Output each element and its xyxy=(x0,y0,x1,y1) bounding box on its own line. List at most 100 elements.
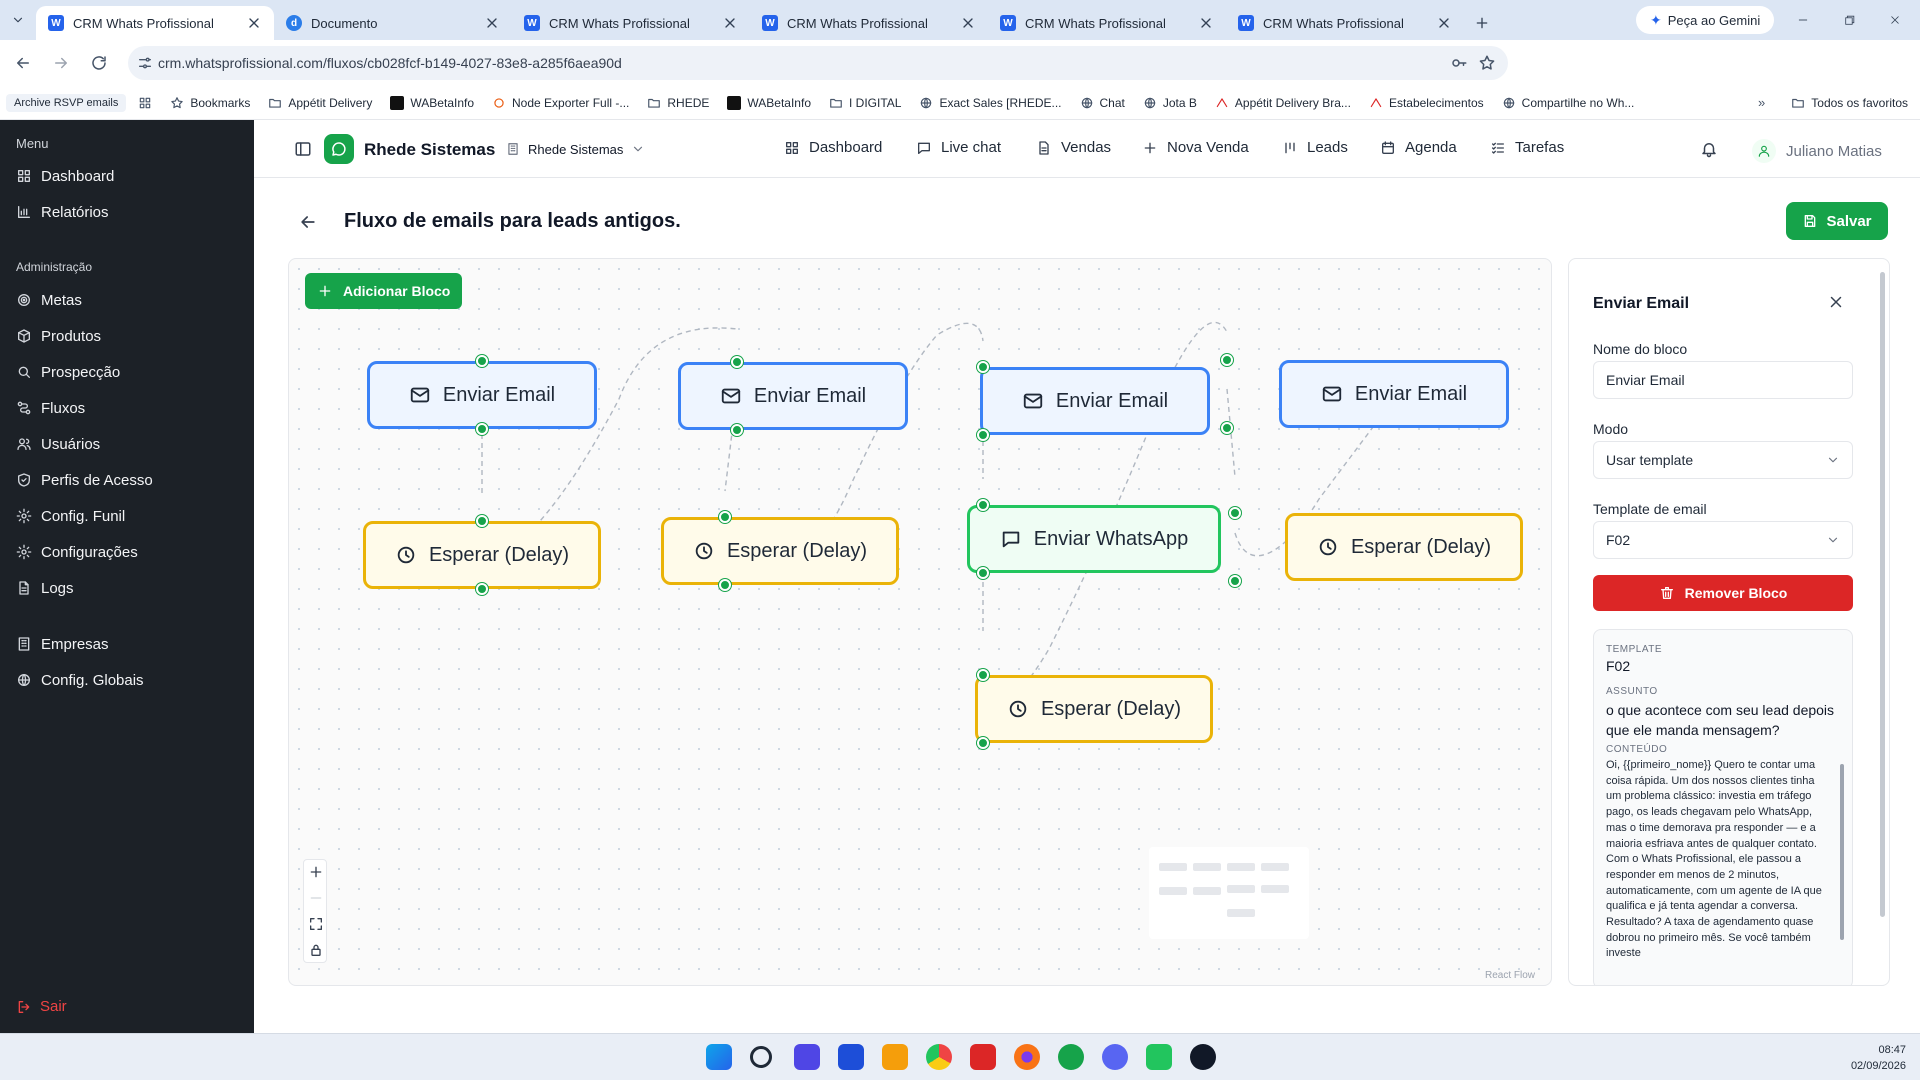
node-handle[interactable] xyxy=(1221,422,1233,434)
windows-start-icon[interactable] xyxy=(706,1044,732,1070)
node-handle[interactable] xyxy=(476,355,488,367)
sidebar-toggle-icon[interactable] xyxy=(294,140,312,158)
flow-node-delay[interactable]: Esperar (Delay) xyxy=(975,675,1213,743)
sidebar-item-config-globais[interactable]: Config. Globais xyxy=(16,664,144,696)
nav-nova-venda[interactable]: Nova Venda xyxy=(1142,139,1249,156)
node-handle[interactable] xyxy=(977,567,989,579)
flow-node-delay[interactable]: Esperar (Delay) xyxy=(661,517,899,585)
zoom-in-icon[interactable] xyxy=(308,864,324,880)
sidebar-item-usuarios[interactable]: Usuários xyxy=(16,428,100,460)
bookmark-item[interactable]: Appétit Delivery xyxy=(268,96,372,110)
bookmark-item[interactable]: Chat xyxy=(1080,96,1125,110)
bookmark-item[interactable]: WABetaInfo xyxy=(727,95,811,110)
zoom-out-icon[interactable] xyxy=(308,890,324,906)
sidebar-item-relatorios[interactable]: Relatórios xyxy=(16,196,109,228)
node-handle[interactable] xyxy=(719,579,731,591)
flow-node-send-email[interactable]: Enviar Email xyxy=(367,361,597,429)
url-field[interactable]: crm.whatsprofissional.com/fluxos/cb028fc… xyxy=(128,46,1508,80)
flow-node-delay[interactable]: Esperar (Delay) xyxy=(1285,513,1523,581)
flow-canvas[interactable]: Adicionar Bloco Enviar Email Enviar Emai… xyxy=(288,258,1552,986)
panel-scrollbar[interactable] xyxy=(1880,272,1885,917)
node-handle[interactable] xyxy=(476,515,488,527)
system-clock[interactable]: 08:47 02/09/2026 xyxy=(1851,1042,1906,1074)
close-window-icon[interactable] xyxy=(1872,0,1918,40)
bookmark-item[interactable]: Node Exporter Full -... xyxy=(492,96,629,110)
site-info-icon[interactable] xyxy=(137,55,153,71)
user-menu[interactable]: Juliano Matias xyxy=(1752,139,1882,163)
sidebar-item-metas[interactable]: Metas xyxy=(16,284,82,316)
bookmark-star-icon[interactable] xyxy=(1478,54,1496,72)
teams-icon[interactable] xyxy=(794,1044,820,1070)
sidebar-item-configuracoes[interactable]: Configurações xyxy=(16,536,138,568)
template-select[interactable]: F02 xyxy=(1593,521,1853,559)
powershell-icon[interactable] xyxy=(838,1044,864,1070)
flow-node-send-email[interactable]: Enviar Email xyxy=(678,362,908,430)
close-tab-icon[interactable] xyxy=(484,15,500,31)
node-handle[interactable] xyxy=(731,424,743,436)
forward-icon[interactable] xyxy=(46,48,76,78)
node-handle[interactable] xyxy=(977,429,989,441)
flow-node-send-email[interactable]: Enviar Email xyxy=(980,367,1210,435)
flow-node-delay[interactable]: Esperar (Delay) xyxy=(363,521,601,589)
browser-tab[interactable]: d Documento xyxy=(274,6,512,40)
firefox-icon[interactable] xyxy=(1014,1044,1040,1070)
flow-node-send-whatsapp[interactable]: Enviar WhatsApp xyxy=(967,505,1221,573)
file-explorer-icon[interactable] xyxy=(882,1044,908,1070)
sidebar-item-empresas[interactable]: Empresas xyxy=(16,628,109,660)
sidebar-item-produtos[interactable]: Produtos xyxy=(16,320,101,352)
minimap[interactable] xyxy=(1149,847,1309,939)
restore-icon[interactable] xyxy=(1826,0,1872,40)
node-handle[interactable] xyxy=(1229,575,1241,587)
whatsapp-icon[interactable] xyxy=(1146,1044,1172,1070)
block-name-input[interactable]: Enviar Email xyxy=(1593,361,1853,399)
close-icon[interactable] xyxy=(1827,293,1845,311)
logout-button[interactable]: Sair xyxy=(16,998,67,1015)
back-arrow-icon[interactable] xyxy=(298,212,318,232)
new-tab-icon[interactable] xyxy=(1464,6,1500,40)
browser-tab[interactable]: W CRM Whats Profissional xyxy=(988,6,1226,40)
password-key-icon[interactable] xyxy=(1450,54,1468,72)
node-handle[interactable] xyxy=(731,356,743,368)
sidebar-item-perfis-de-acesso[interactable]: Perfis de Acesso xyxy=(16,464,153,496)
chrome-icon[interactable] xyxy=(926,1044,952,1070)
reload-icon[interactable] xyxy=(84,48,114,78)
sidebar-item-fluxos[interactable]: Fluxos xyxy=(16,392,85,424)
bookmark-item[interactable]: I DIGITAL xyxy=(829,96,901,110)
apps-grid-icon[interactable] xyxy=(138,96,152,110)
nav-tarefas[interactable]: Tarefas xyxy=(1490,139,1564,156)
app-icon[interactable] xyxy=(1190,1044,1216,1070)
nav-leads[interactable]: Leads xyxy=(1282,139,1348,156)
node-handle[interactable] xyxy=(719,511,731,523)
fit-view-icon[interactable] xyxy=(308,916,324,932)
browser-tab[interactable]: W CRM Whats Profissional xyxy=(750,6,988,40)
sidebar-item-prospeccao[interactable]: Prospecção xyxy=(16,356,120,388)
bookmark-item[interactable]: Exact Sales [RHEDE... xyxy=(919,96,1062,110)
nav-live-chat[interactable]: Live chat xyxy=(916,139,1001,156)
bookmark-item[interactable]: Bookmarks xyxy=(170,96,250,110)
bookmark-item[interactable]: Jota B xyxy=(1143,96,1197,110)
flow-node-send-email[interactable]: Enviar Email xyxy=(1279,360,1509,428)
node-handle[interactable] xyxy=(1221,354,1233,366)
save-button[interactable]: Salvar xyxy=(1786,202,1888,240)
close-tab-icon[interactable] xyxy=(246,15,262,31)
sidebar-item-logs[interactable]: Logs xyxy=(16,572,74,604)
company-select[interactable]: Rhede Sistemas xyxy=(496,134,655,164)
tab-search-icon[interactable] xyxy=(0,0,36,40)
bookmark-item[interactable]: Estabelecimentos xyxy=(1369,96,1484,110)
bookmark-item[interactable]: Appétit Delivery Bra... xyxy=(1215,96,1351,110)
browser-tab[interactable]: W CRM Whats Profissional xyxy=(512,6,750,40)
react-flow-attribution[interactable]: React Flow xyxy=(1485,970,1535,981)
node-handle[interactable] xyxy=(476,583,488,595)
browser-tab[interactable]: W CRM Whats Profissional xyxy=(1226,6,1464,40)
node-handle[interactable] xyxy=(977,361,989,373)
node-handle[interactable] xyxy=(476,423,488,435)
node-handle[interactable] xyxy=(977,499,989,511)
nav-vendas[interactable]: Vendas xyxy=(1036,139,1111,156)
spotify-icon[interactable] xyxy=(1058,1044,1084,1070)
node-handle[interactable] xyxy=(977,669,989,681)
mode-select[interactable]: Usar template xyxy=(1593,441,1853,479)
ask-gemini-button[interactable]: ✦ Peça ao Gemini xyxy=(1636,6,1775,34)
bookmark-item[interactable]: WABetaInfo xyxy=(390,95,474,110)
minimize-icon[interactable] xyxy=(1780,0,1826,40)
add-block-button[interactable]: Adicionar Bloco xyxy=(305,273,463,309)
